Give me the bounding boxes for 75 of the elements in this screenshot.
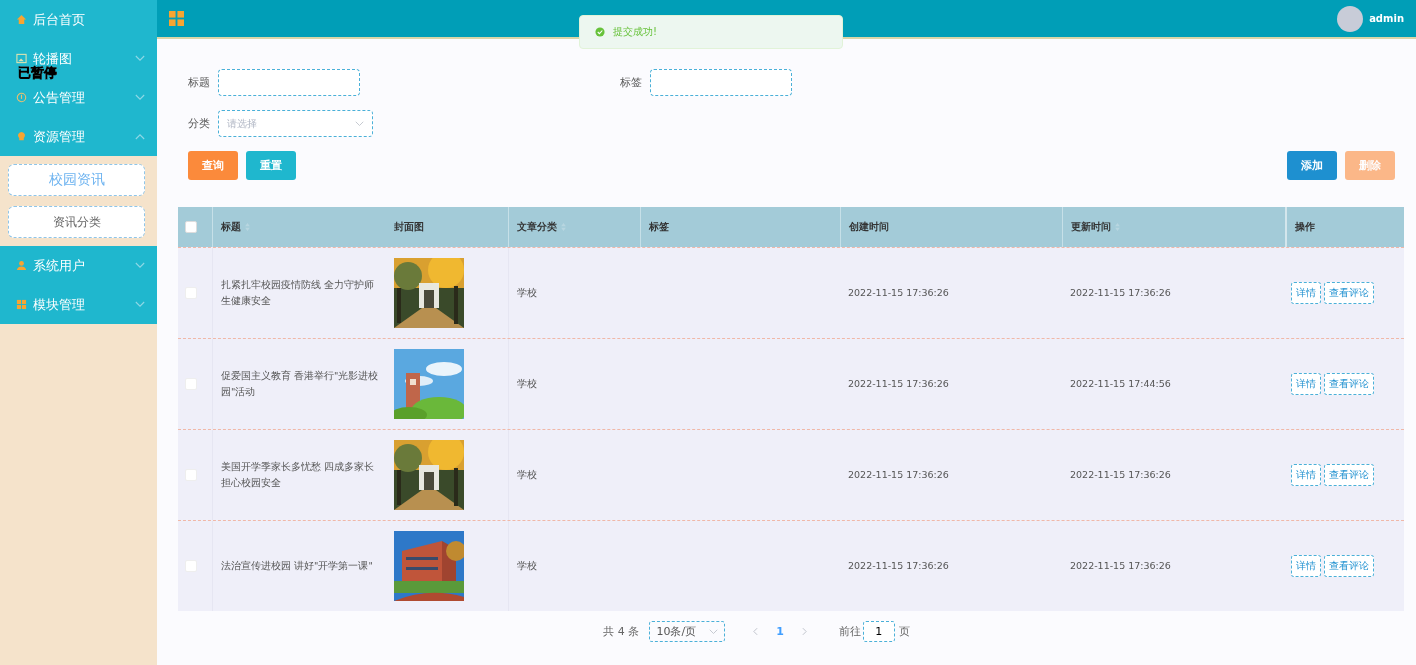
table-cell-text: 2022-11-15 17:44:56 (1070, 377, 1172, 391)
column-title: 文章分类 (517, 220, 557, 234)
chevron-down-icon (135, 262, 145, 269)
grid-icon[interactable] (169, 11, 184, 26)
total-count: 共 4 条 (603, 624, 640, 639)
prev-page-icon[interactable] (753, 627, 759, 636)
table-cell-text: 学校 (517, 559, 538, 573)
field-label: 分类 (188, 116, 210, 131)
table-cell-text: 2022-11-15 17:36:26 (848, 468, 950, 482)
menu-item[interactable]: 公告管理 (0, 78, 157, 117)
image-icon (16, 53, 27, 64)
bulb-icon (16, 131, 27, 142)
details-button[interactable]: 详情 (1291, 373, 1321, 395)
table-cell-text: 学校 (517, 468, 538, 482)
details-button[interactable]: 详情 (1291, 555, 1321, 577)
toast-message: 提交成功! (613, 25, 657, 39)
table-cell-text: 2022-11-15 17:36:26 (1070, 559, 1172, 573)
menu-item[interactable]: 资源管理 (0, 117, 157, 156)
column-title: 创建时间 (849, 220, 889, 234)
table-cell-text: 2022-11-15 17:36:26 (848, 377, 950, 391)
user-name: admin (1369, 13, 1404, 24)
add-button[interactable]: 添加 (1287, 151, 1337, 180)
comments-button[interactable]: 查看评论 (1324, 282, 1374, 304)
column-title: 操作 (1295, 220, 1315, 234)
checkbox[interactable] (185, 221, 197, 233)
input-field[interactable] (650, 69, 792, 96)
chevron-down-icon (135, 94, 145, 101)
table-cell-text: 2022-11-15 17:36:26 (848, 286, 950, 300)
next-page-icon[interactable] (801, 627, 807, 636)
chevron-down-icon (708, 628, 718, 635)
input-field[interactable] (218, 69, 360, 96)
chevron-down-icon (135, 301, 145, 308)
column-title: 封面图 (394, 220, 424, 234)
avatar[interactable] (1337, 5, 1364, 32)
page-input[interactable]: 1 (862, 621, 895, 642)
search-button[interactable]: 查询 (188, 151, 238, 180)
info-icon (16, 92, 27, 103)
details-button[interactable]: 详情 (1291, 282, 1321, 304)
home-icon (16, 14, 27, 25)
table-cell-text: 学校 (517, 286, 538, 300)
chevron-up-icon (135, 133, 145, 140)
table-cell-text: 促爱国主义教育 香港举行"光影进校园"活动 (221, 369, 380, 399)
field-label: 标签 (620, 75, 642, 90)
menu-item[interactable]: 系统用户 (0, 246, 157, 285)
page-number[interactable]: 1 (776, 625, 784, 638)
table-cell-text: 2022-11-15 17:36:26 (1070, 286, 1172, 300)
paused-label: 已暂停 (18, 66, 57, 79)
table-cell-text: 法治宣传进校园 讲好"开学第一课" (221, 559, 374, 573)
column-title: 更新时间 (1071, 220, 1111, 234)
comments-button[interactable]: 查看评论 (1324, 464, 1374, 486)
table-cell-text: 2022-11-15 17:36:26 (848, 559, 950, 573)
table-cell-text: 扎紧扎牢校园疫情防线 全力守护师生健康安全 (221, 278, 376, 308)
page-suffix: 页 (898, 624, 910, 639)
goto-label: 前往 (838, 624, 861, 639)
column-title: 标签 (649, 220, 669, 234)
submenu-item[interactable]: 资讯分类 (8, 206, 145, 238)
user-icon (16, 260, 27, 271)
table-cell-text: 学校 (517, 377, 538, 391)
comments-button[interactable]: 查看评论 (1324, 373, 1374, 395)
column-title: 标题 (221, 220, 241, 234)
field-label: 标题 (188, 75, 210, 90)
comments-button[interactable]: 查看评论 (1324, 555, 1374, 577)
page-size-select[interactable]: 10条/页 (649, 621, 726, 642)
details-button[interactable]: 详情 (1291, 464, 1321, 486)
reset-button[interactable]: 重置 (246, 151, 296, 180)
table-cell-text: 美国开学季家长多忧愁 四成多家长担心校园安全 (221, 460, 376, 490)
chevron-down-icon (135, 55, 145, 62)
table-cell-text: 2022-11-15 17:36:26 (1070, 468, 1172, 482)
submenu-item[interactable]: 校园资讯 (8, 164, 145, 196)
grid-icon (16, 299, 27, 310)
menu-item[interactable]: 后台首页 (0, 0, 157, 39)
chevron-down-icon (355, 120, 364, 127)
select-field[interactable]: 请选择 (218, 110, 373, 137)
check-circle-icon (595, 27, 605, 37)
menu-item[interactable]: 模块管理 (0, 285, 157, 324)
